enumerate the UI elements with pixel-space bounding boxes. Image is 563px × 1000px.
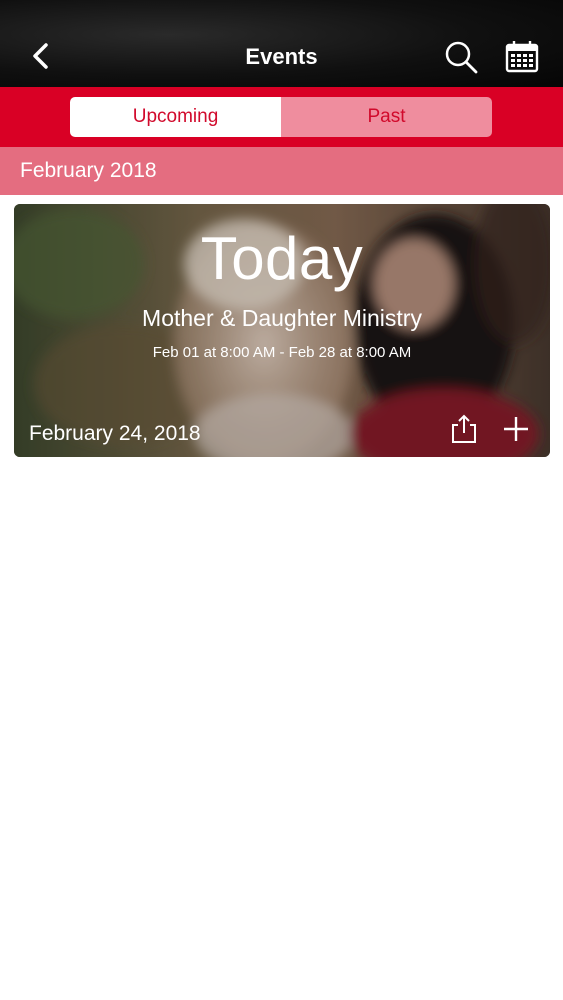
calendar-icon [505,41,539,73]
event-card[interactable]: Today Mother & Daughter Ministry Feb 01 … [14,204,550,457]
segment-bar: Upcoming Past [0,87,563,147]
calendar-button[interactable] [503,38,541,76]
plus-icon [504,417,528,441]
share-icon [452,414,476,443]
event-day-label: Today [200,225,364,292]
top-nav-bar: Events [0,0,563,87]
event-title: Mother & Daughter Ministry [142,305,422,331]
tab-past[interactable]: Past [281,97,492,137]
search-button[interactable] [442,38,480,76]
search-icon [445,41,478,74]
tab-upcoming[interactable]: Upcoming [70,97,281,137]
event-date: February 24, 2018 [29,422,201,445]
segmented-control: Upcoming Past [70,97,492,137]
event-time-range: Feb 01 at 8:00 AM - Feb 28 at 8:00 AM [152,344,412,361]
add-to-calendar-button[interactable] [501,414,531,444]
month-header: February 2018 [0,147,563,195]
share-button[interactable] [450,413,478,445]
